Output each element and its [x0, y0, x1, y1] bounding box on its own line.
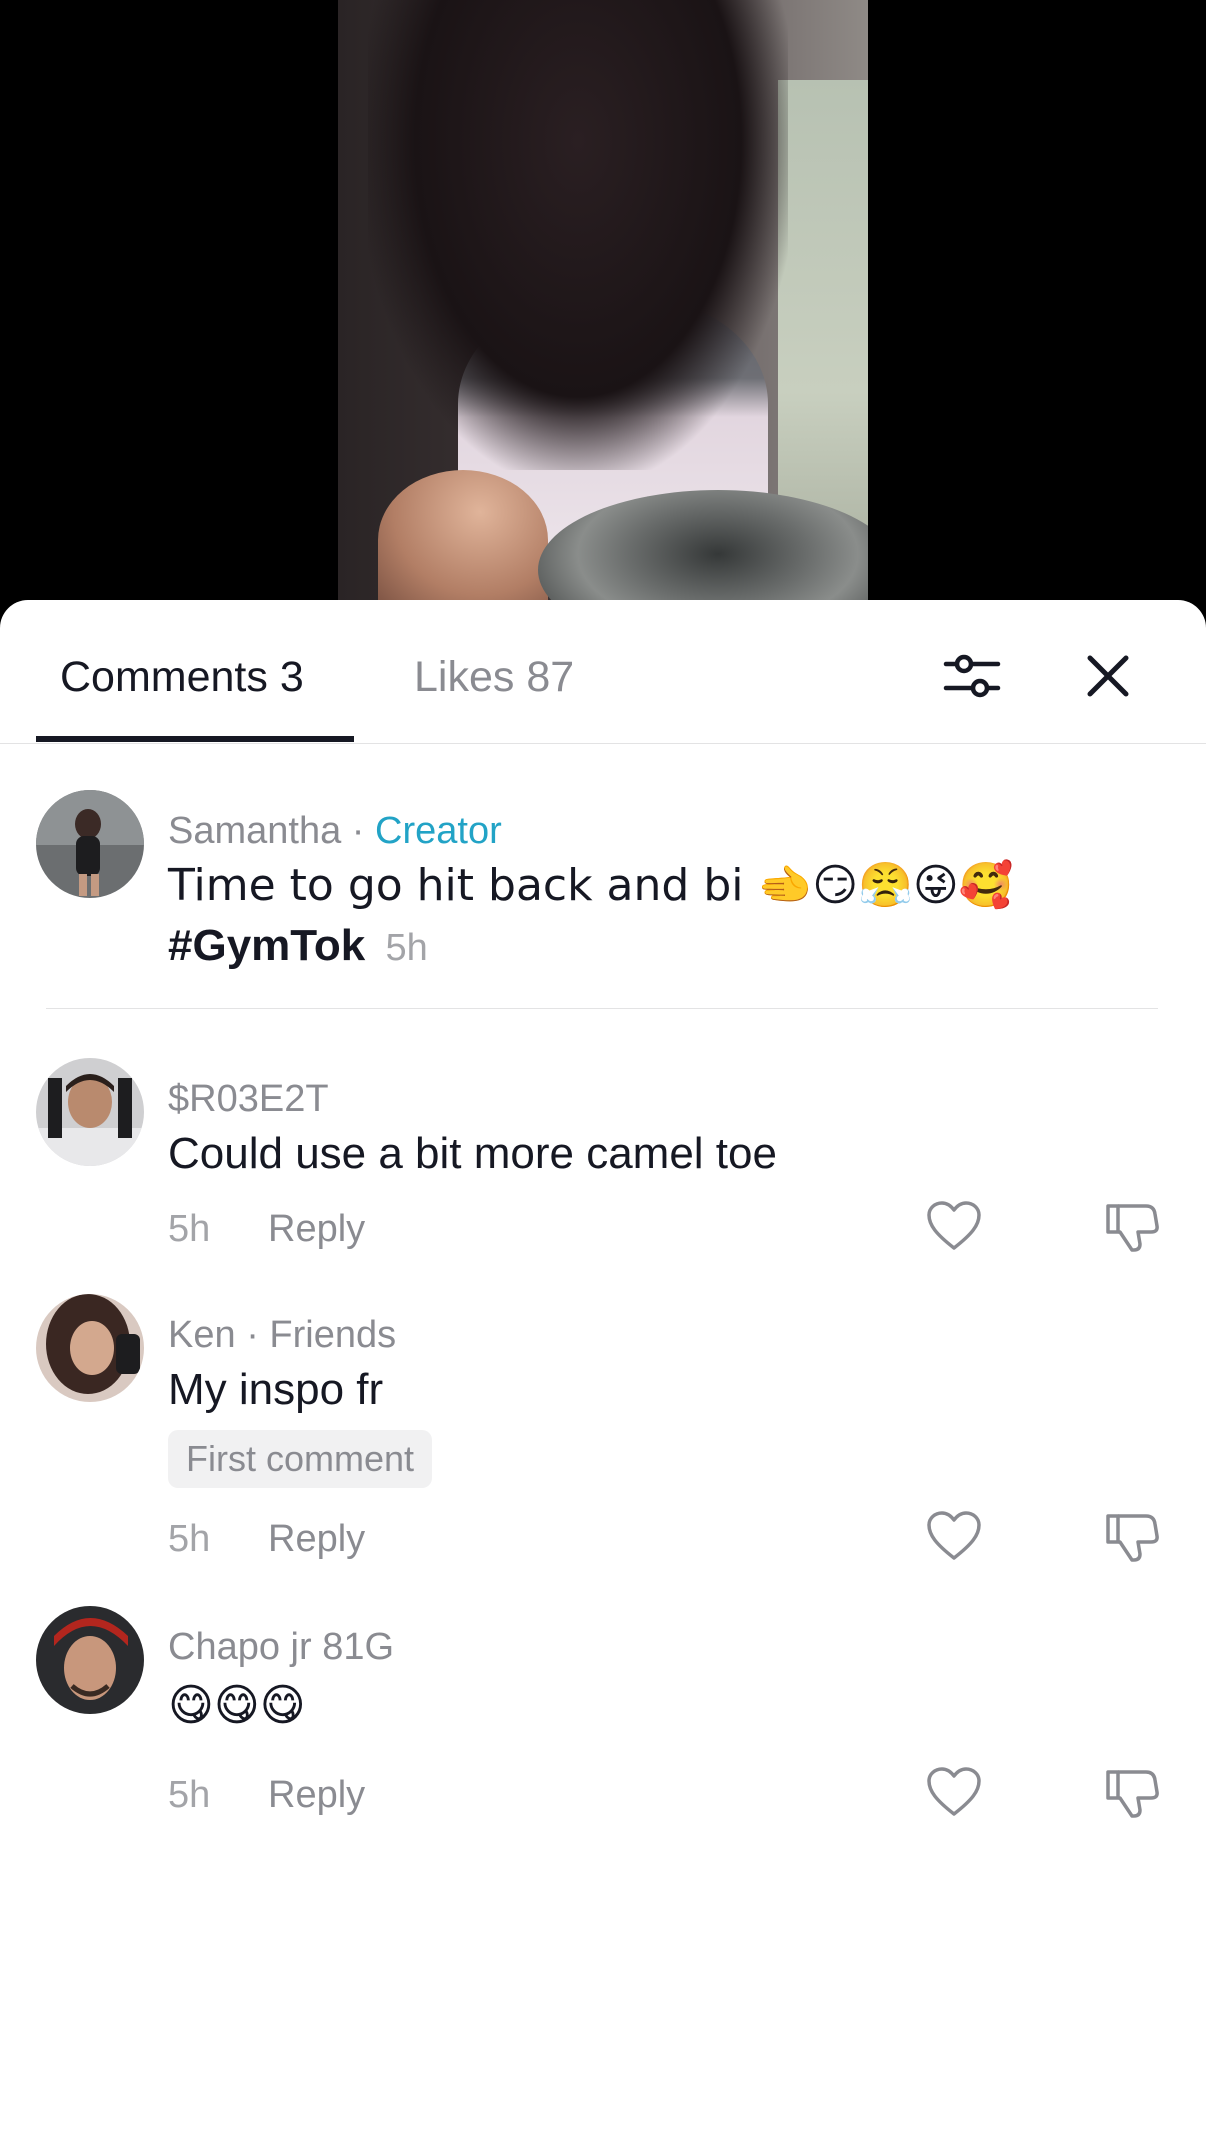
comment-time: 5h — [168, 1518, 211, 1560]
comment-text: Could use a bit more camel toe — [168, 1129, 777, 1178]
heart-icon[interactable] — [926, 1510, 982, 1562]
avatar[interactable] — [36, 1606, 144, 1714]
first-comment-badge: First comment — [168, 1430, 433, 1488]
comment-actions: 5h Reply — [168, 1772, 365, 1818]
comment-username[interactable]: Ken — [168, 1314, 236, 1356]
comment-actions: 5h Reply — [168, 1516, 365, 1562]
dislike-icon[interactable] — [1104, 1508, 1160, 1564]
comment-time: 5h — [168, 1208, 211, 1250]
comment-meta: Ken · Friends — [168, 1312, 396, 1358]
tab-comments[interactable]: Comments 3 — [60, 650, 304, 704]
friends-label: Friends — [269, 1314, 397, 1356]
reply-button[interactable]: Reply — [268, 1516, 365, 1562]
meta-separator: · — [351, 810, 365, 852]
avatar[interactable] — [36, 790, 144, 898]
comment-meta: Samantha · Creator — [168, 808, 502, 854]
dislike-icon[interactable] — [1104, 1764, 1160, 1820]
comment-time: 5h — [168, 1774, 211, 1816]
avatar[interactable] — [36, 1058, 144, 1166]
filter-icon[interactable] — [940, 644, 1004, 708]
comment-username[interactable]: $R03E2T — [168, 1076, 329, 1122]
comment-text: Time to go hit back and bi 🫲😏😤😜🥰 — [168, 860, 1014, 911]
comment-text: 😋😋😋 — [168, 1680, 306, 1731]
dislike-icon[interactable] — [1104, 1198, 1160, 1254]
video-scene-arm — [378, 470, 548, 600]
video-background[interactable] — [0, 0, 1206, 640]
hashtag-link[interactable]: #GymTok — [168, 921, 365, 970]
reply-button[interactable]: Reply — [268, 1772, 365, 1818]
tab-likes[interactable]: Likes 87 — [414, 650, 574, 704]
tab-bar: Comments 3 Likes 87 — [0, 600, 1206, 744]
comment-time: 5h — [385, 927, 428, 969]
close-icon[interactable] — [1076, 644, 1140, 708]
comment-username[interactable]: Chapo jr 81G — [168, 1624, 394, 1670]
comment-text: My inspo fr — [168, 1365, 384, 1414]
video-scene-hair — [368, 0, 788, 470]
comment-hashtag-line: #GymTok 5h — [168, 916, 428, 978]
avatar[interactable] — [36, 1294, 144, 1402]
meta-separator: · — [246, 1314, 259, 1356]
video-frame[interactable] — [338, 0, 868, 600]
comment-actions: 5h Reply — [168, 1206, 365, 1252]
creator-label: Creator — [375, 810, 502, 852]
active-tab-indicator — [36, 736, 354, 742]
comments-sheet: Comments 3 Likes 87 Samantha · Creator T… — [0, 600, 1206, 2144]
heart-icon[interactable] — [926, 1200, 982, 1252]
reply-button[interactable]: Reply — [268, 1206, 365, 1252]
comment-username[interactable]: Samantha — [168, 810, 341, 852]
creator-divider — [46, 1008, 1158, 1009]
heart-icon[interactable] — [926, 1766, 982, 1818]
